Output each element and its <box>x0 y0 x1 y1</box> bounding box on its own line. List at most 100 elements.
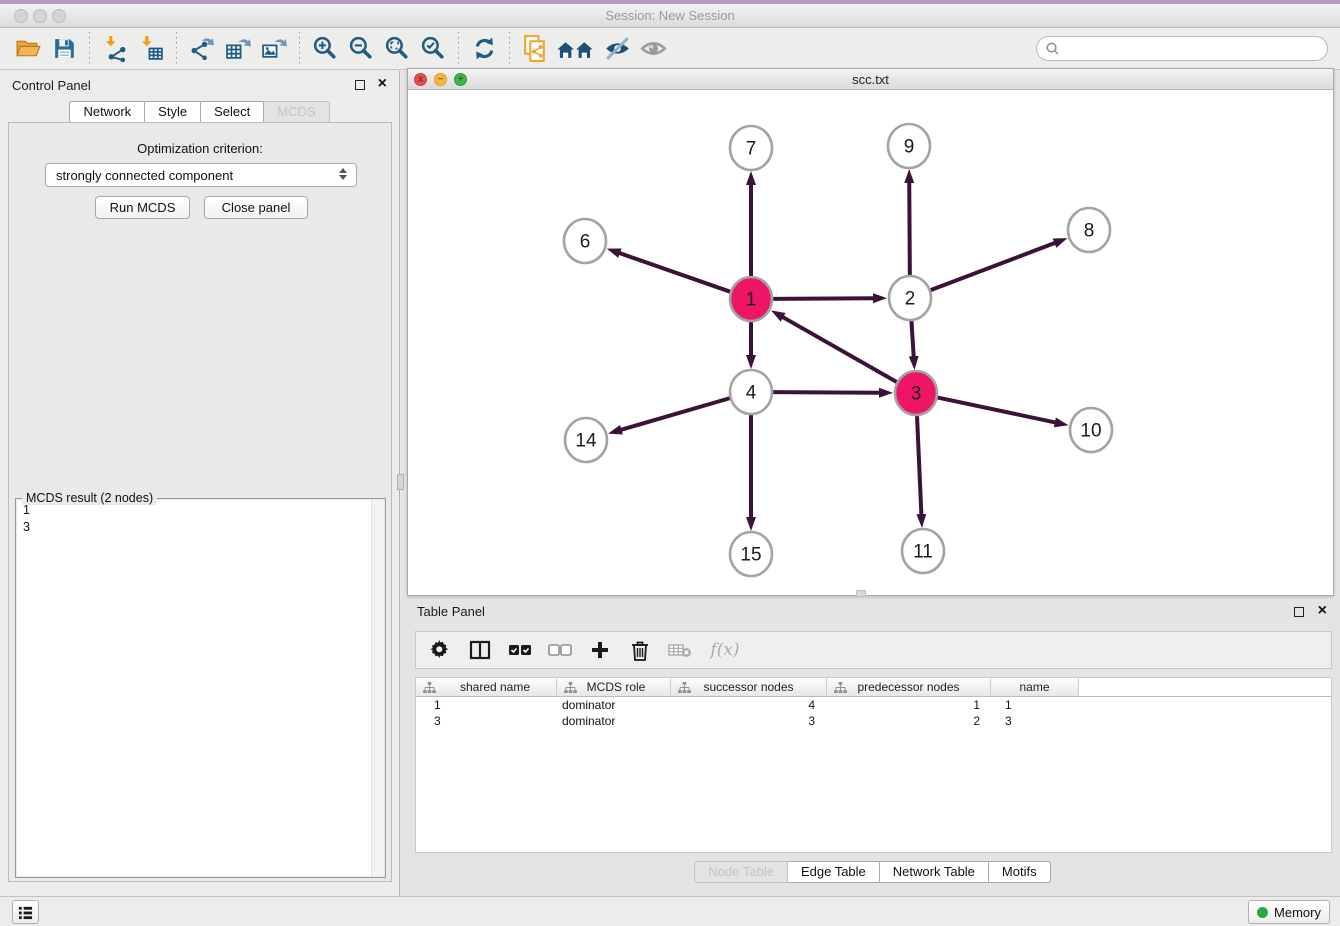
column-layout-button[interactable] <box>468 638 492 662</box>
apply-function-button[interactable]: f(x) <box>708 638 742 662</box>
result-scrollbar[interactable] <box>371 500 384 876</box>
delete-column-button[interactable] <box>628 638 652 662</box>
cell-predecessor-nodes[interactable]: 2 <box>827 713 991 729</box>
graph-edge-2-9[interactable] <box>909 182 910 277</box>
copy-network-button[interactable] <box>517 32 553 66</box>
graph-edge-3-10[interactable] <box>937 397 1056 422</box>
import-network-button[interactable] <box>97 32 133 66</box>
table-row[interactable]: 3 dominator 3 2 3 <box>416 713 1331 729</box>
table-settings-button[interactable] <box>428 638 452 662</box>
table-row[interactable]: 1 dominator 4 1 1 <box>416 697 1331 713</box>
network-graph[interactable]: 7 9 6 8 1 2 4 3 14 10 15 11 <box>408 90 1333 595</box>
column-label: shared name <box>460 680 530 694</box>
graph-node-11[interactable]: 11 <box>902 529 944 573</box>
add-column-button[interactable] <box>588 638 612 662</box>
search-input[interactable] <box>1060 41 1319 56</box>
search-field[interactable] <box>1036 36 1328 61</box>
graph-node-14[interactable]: 14 <box>565 418 607 462</box>
tab-node-table[interactable]: Node Table <box>694 861 788 883</box>
cell-successor-nodes[interactable]: 4 <box>671 697 827 713</box>
memory-button[interactable]: Memory <box>1248 900 1330 924</box>
cell-predecessor-nodes[interactable]: 1 <box>827 697 991 713</box>
network-window-titlebar: x − + scc.txt <box>408 69 1333 90</box>
graph-edge-1-2[interactable] <box>772 298 874 299</box>
cell-name[interactable]: 1 <box>991 697 1079 713</box>
cell-successor-nodes[interactable]: 3 <box>671 713 827 729</box>
column-label: predecessor nodes <box>857 680 959 694</box>
tab-mcds[interactable]: MCDS <box>264 101 329 123</box>
graph-node-10[interactable]: 10 <box>1070 408 1112 452</box>
open-session-button[interactable] <box>10 32 46 66</box>
graph-edge-4-3[interactable] <box>772 392 880 393</box>
column-header-predecessor-nodes[interactable]: predecessor nodes <box>827 678 991 696</box>
graph-edge-1-6[interactable] <box>619 253 731 292</box>
export-table-button[interactable] <box>220 32 256 66</box>
export-network-button[interactable] <box>184 32 220 66</box>
graph-node-3[interactable]: 3 <box>895 371 937 415</box>
cell-mcds-role[interactable]: dominator <box>557 697 671 713</box>
column-header-successor-nodes[interactable]: successor nodes <box>671 678 827 696</box>
column-header-shared-name[interactable]: shared name <box>416 678 557 696</box>
mcds-result-textarea[interactable]: 1 3 <box>17 500 384 876</box>
select-all-button[interactable] <box>508 638 532 662</box>
graph-edge-2-8[interactable] <box>930 243 1056 291</box>
graph-edge-2-3[interactable] <box>911 319 913 357</box>
graph-node-2[interactable]: 2 <box>889 276 931 320</box>
graph-node-15[interactable]: 15 <box>730 532 772 576</box>
deselect-all-button[interactable] <box>548 638 572 662</box>
tab-edge-table[interactable]: Edge Table <box>788 861 880 883</box>
status-bar: Memory <box>0 896 1340 926</box>
delete-table-button[interactable] <box>668 638 692 662</box>
zoom-fit-button[interactable] <box>379 32 415 66</box>
show-eye-button[interactable] <box>635 32 671 66</box>
graph-node-6[interactable]: 6 <box>564 219 606 263</box>
tab-style[interactable]: Style <box>145 101 201 123</box>
column-header-mcds-role[interactable]: MCDS role <box>557 678 671 696</box>
float-table-panel-icon[interactable] <box>1294 607 1304 617</box>
tab-network-table[interactable]: Network Table <box>880 861 989 883</box>
task-history-button[interactable] <box>12 900 39 924</box>
list-icon <box>18 905 33 920</box>
cell-shared-name[interactable]: 1 <box>416 697 557 713</box>
graph-node-7[interactable]: 7 <box>730 126 772 170</box>
run-mcds-button[interactable]: Run MCDS <box>95 196 190 219</box>
eye-icon <box>639 34 668 63</box>
tab-motifs[interactable]: Motifs <box>989 861 1051 883</box>
hide-panels-button[interactable] <box>599 32 635 66</box>
criterion-dropdown[interactable]: strongly connected component <box>45 163 357 187</box>
cell-shared-name[interactable]: 3 <box>416 713 557 729</box>
horizontal-splitter-grip[interactable] <box>856 590 866 597</box>
float-panel-icon[interactable] <box>355 80 365 90</box>
tab-network[interactable]: Network <box>69 101 145 123</box>
zoom-selected-icon <box>420 35 447 62</box>
graph-edge-4-14[interactable] <box>621 398 731 430</box>
column-header-name[interactable]: name <box>991 678 1079 696</box>
cell-mcds-role[interactable]: dominator <box>557 713 671 729</box>
close-panel-button[interactable]: Close panel <box>204 196 308 219</box>
cell-name[interactable]: 3 <box>991 713 1079 729</box>
import-table-button[interactable] <box>133 32 169 66</box>
zoom-selected-button[interactable] <box>415 32 451 66</box>
graph-edge-3-1[interactable] <box>782 317 897 383</box>
zoom-in-button[interactable] <box>307 32 343 66</box>
tab-select[interactable]: Select <box>201 101 264 123</box>
export-image-button[interactable] <box>256 32 292 66</box>
close-table-panel-icon[interactable]: × <box>1318 602 1327 620</box>
table-panel-tabs: Node Table Edge Table Network Table Moti… <box>405 861 1340 883</box>
network-window-title: scc.txt <box>408 72 1333 87</box>
open-folder-icon <box>15 35 42 62</box>
graph-node-1[interactable]: 1 <box>730 277 772 321</box>
home-button[interactable] <box>553 32 599 66</box>
graph-node-9[interactable]: 9 <box>888 124 930 168</box>
vertical-splitter-grip[interactable] <box>397 474 404 490</box>
graph-node-8[interactable]: 8 <box>1068 208 1110 252</box>
save-session-button[interactable] <box>46 32 82 66</box>
mcds-result-title: MCDS result (2 nodes) <box>22 491 157 505</box>
column-label: MCDS role <box>587 680 646 694</box>
zoom-out-button[interactable] <box>343 32 379 66</box>
save-floppy-icon <box>51 35 78 62</box>
graph-edge-3-11[interactable] <box>917 414 921 515</box>
refresh-button[interactable] <box>466 32 502 66</box>
graph-node-4[interactable]: 4 <box>730 370 772 414</box>
close-panel-icon[interactable]: × <box>378 75 387 93</box>
